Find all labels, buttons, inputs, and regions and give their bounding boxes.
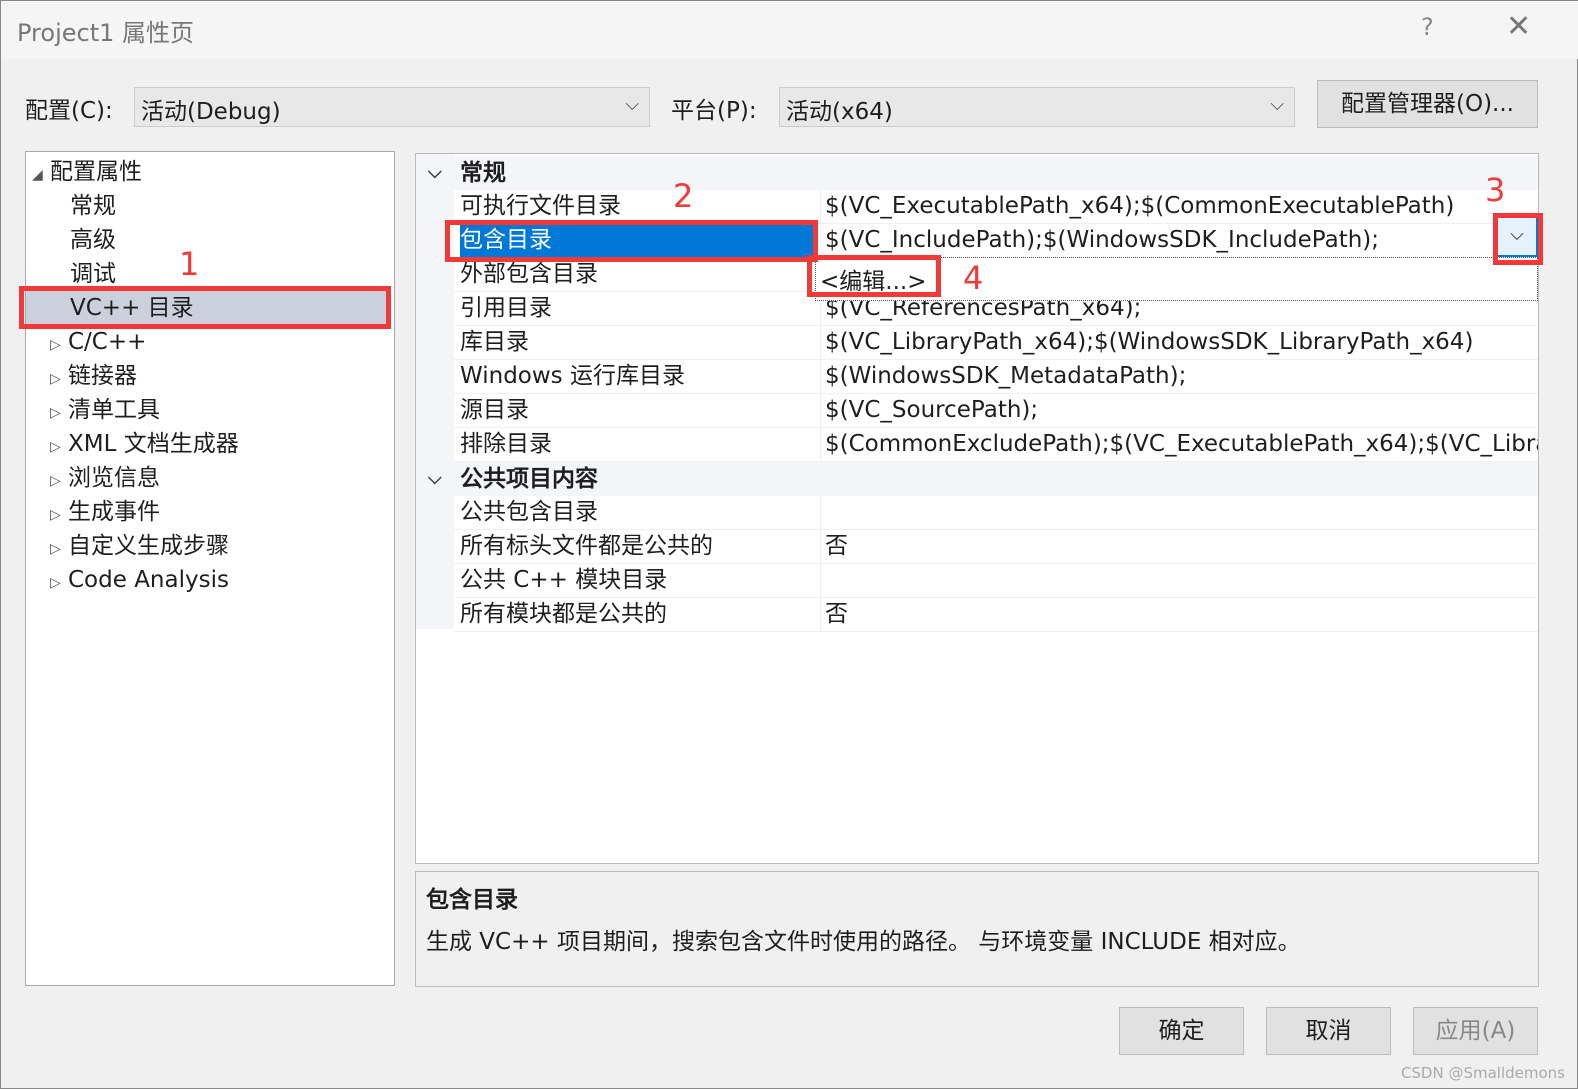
watermark: CSDN @Smalldemons (1400, 1064, 1565, 1082)
collapsed-triangle-icon: ▷ (50, 507, 61, 523)
description-text: 生成 VC++ 项目期间，搜索包含文件时使用的路径。 与环境变量 INCLUDE… (426, 929, 1301, 955)
property-value[interactable]: 否 (820, 598, 1538, 631)
property-value[interactable]: $(VC_SourcePath); (820, 394, 1538, 427)
property-name: 外部包含目录 (460, 261, 598, 287)
property-value[interactable] (820, 564, 1538, 597)
property-name: 公共包含目录 (460, 499, 598, 525)
config-value: 活动(Debug) (141, 99, 281, 125)
ok-button[interactable]: 确定 (1119, 1007, 1244, 1055)
property-tree[interactable]: ◢ 配置属性 常规 高级 调试 VC++ 目录 ▷ C/C++ ▷ 链接器 ▷ 清单工具 ▷ XML 文… (25, 151, 395, 986)
chevron-down-icon: ⌵ (428, 162, 442, 183)
property-row[interactable]: 所有标头文件都是公共的 否 (454, 530, 1538, 564)
tree-item-label: XML 文档生成器 (68, 431, 239, 457)
annotation-box-4 (807, 255, 941, 297)
apply-button[interactable]: 应用(A) (1413, 1007, 1538, 1055)
collapsed-triangle-icon: ▷ (50, 337, 61, 353)
property-value[interactable]: $(VC_LibraryPath_x64);$(WindowsSDK_Libra… (820, 326, 1538, 359)
section-title: 公共项目内容 (460, 466, 598, 492)
config-label: 配置(C): (25, 98, 113, 124)
section-header[interactable]: ⌵ 公共项目内容 (416, 462, 1538, 496)
tree-item-label: 链接器 (68, 363, 137, 389)
property-value[interactable]: $(WindowsSDK_MetadataPath); (820, 360, 1538, 393)
description-title: 包含目录 (426, 887, 518, 913)
collapsed-triangle-icon: ▷ (50, 405, 61, 421)
chevron-down-icon: ⌵ (625, 94, 639, 115)
tree-item-label: C/C++ (68, 329, 147, 355)
description-panel: 包含目录 生成 VC++ 项目期间，搜索包含文件时使用的路径。 与环境变量 IN… (415, 871, 1539, 987)
property-name: 库目录 (460, 329, 529, 355)
property-name: 源目录 (460, 397, 529, 423)
property-value[interactable]: $(CommonExcludePath);$(VC_ExecutablePath… (820, 428, 1538, 461)
property-value[interactable]: 否 (820, 530, 1538, 563)
tree-item-label: 清单工具 (68, 397, 160, 423)
config-manager-button[interactable]: 配置管理器(O)... (1317, 80, 1538, 128)
annotation-number: 2 (673, 177, 694, 215)
help-button[interactable]: ? (1421, 13, 1434, 41)
property-row[interactable]: 库目录 $(VC_LibraryPath_x64);$(WindowsSDK_Li… (454, 326, 1538, 360)
platform-label: 平台(P): (671, 98, 757, 124)
chevron-down-icon: ⌵ (428, 468, 442, 489)
annotation-number: 3 (1485, 171, 1506, 209)
section-title: 常规 (460, 160, 506, 186)
tree-item-label: Code Analysis (68, 567, 229, 593)
annotation-number: 1 (179, 245, 200, 283)
tree-item[interactable]: ▷ 清单工具 (50, 393, 160, 427)
tree-item[interactable]: ▷ 生成事件 (50, 495, 160, 529)
tree-item-label: 生成事件 (68, 499, 160, 525)
property-row[interactable]: 所有模块都是公共的 否 (454, 598, 1538, 632)
property-value[interactable]: $(VC_ExecutablePath_x64);$(CommonExecuta… (820, 190, 1538, 223)
tree-item[interactable]: ▷ XML 文档生成器 (50, 427, 239, 461)
property-name: 公共 C++ 模块目录 (460, 567, 668, 593)
expanded-triangle-icon: ◢ (32, 167, 43, 183)
platform-select[interactable]: 活动(x64) ⌵ (779, 87, 1295, 127)
property-name: 可执行文件目录 (460, 193, 621, 219)
collapsed-triangle-icon: ▷ (50, 473, 61, 489)
tree-item[interactable]: ▷ 自定义生成步骤 (50, 529, 229, 563)
annotation-number: 4 (963, 259, 984, 297)
property-name: 所有模块都是公共的 (460, 601, 667, 627)
window-title: Project1 属性页 (17, 19, 195, 47)
section-header[interactable]: ⌵ 常规 (416, 156, 1538, 190)
property-name: 引用目录 (460, 295, 552, 321)
cancel-button[interactable]: 取消 (1266, 1007, 1391, 1055)
tree-item[interactable]: 高级 (52, 223, 116, 257)
tree-root-label: 配置属性 (50, 159, 142, 185)
tree-item-label: 自定义生成步骤 (68, 533, 229, 559)
collapsed-triangle-icon: ▷ (50, 371, 61, 387)
title-bar: Project1 属性页 ? ✕ (1, 1, 1578, 59)
tree-root[interactable]: ◢ 配置属性 (32, 155, 142, 189)
property-row[interactable]: 排除目录 $(CommonExcludePath);$(VC_Executable… (454, 428, 1538, 462)
tree-item[interactable]: ▷ Code Analysis (50, 563, 229, 597)
annotation-box-3 (1493, 213, 1543, 265)
annotation-box-1 (19, 286, 391, 329)
close-button[interactable]: ✕ (1506, 9, 1531, 44)
property-name: 所有标头文件都是公共的 (460, 533, 713, 559)
tree-item[interactable]: 常规 (52, 189, 116, 223)
property-name: Windows 运行库目录 (460, 363, 685, 389)
property-name: 排除目录 (460, 431, 552, 457)
annotation-box-2 (445, 220, 818, 262)
collapsed-triangle-icon: ▷ (50, 439, 61, 455)
tree-item-label: 常规 (70, 193, 116, 219)
platform-value: 活动(x64) (786, 99, 893, 125)
property-row[interactable]: Windows 运行库目录 $(WindowsSDK_MetadataPath); (454, 360, 1538, 394)
tree-item-label: 浏览信息 (68, 465, 160, 491)
config-select[interactable]: 活动(Debug) ⌵ (134, 87, 650, 127)
collapsed-triangle-icon: ▷ (50, 541, 61, 557)
tree-item-label: 调试 (70, 261, 116, 287)
tree-item[interactable]: ▷ C/C++ (50, 325, 146, 359)
property-value[interactable]: $(VC_IncludePath);$(WindowsSDK_IncludePa… (820, 224, 1538, 257)
tree-item[interactable]: ▷ 链接器 (50, 359, 137, 393)
collapsed-triangle-icon: ▷ (50, 575, 61, 591)
property-row[interactable]: 可执行文件目录 $(VC_ExecutablePath_x64);$(Common… (454, 190, 1538, 224)
property-value[interactable] (820, 496, 1538, 529)
chevron-down-icon: ⌵ (1270, 94, 1284, 115)
tree-item[interactable]: ▷ 浏览信息 (50, 461, 160, 495)
property-row[interactable]: 源目录 $(VC_SourcePath); (454, 394, 1538, 428)
tree-item-label: 高级 (70, 227, 116, 253)
property-row[interactable]: 公共 C++ 模块目录 (454, 564, 1538, 598)
property-row[interactable]: 公共包含目录 (454, 496, 1538, 530)
